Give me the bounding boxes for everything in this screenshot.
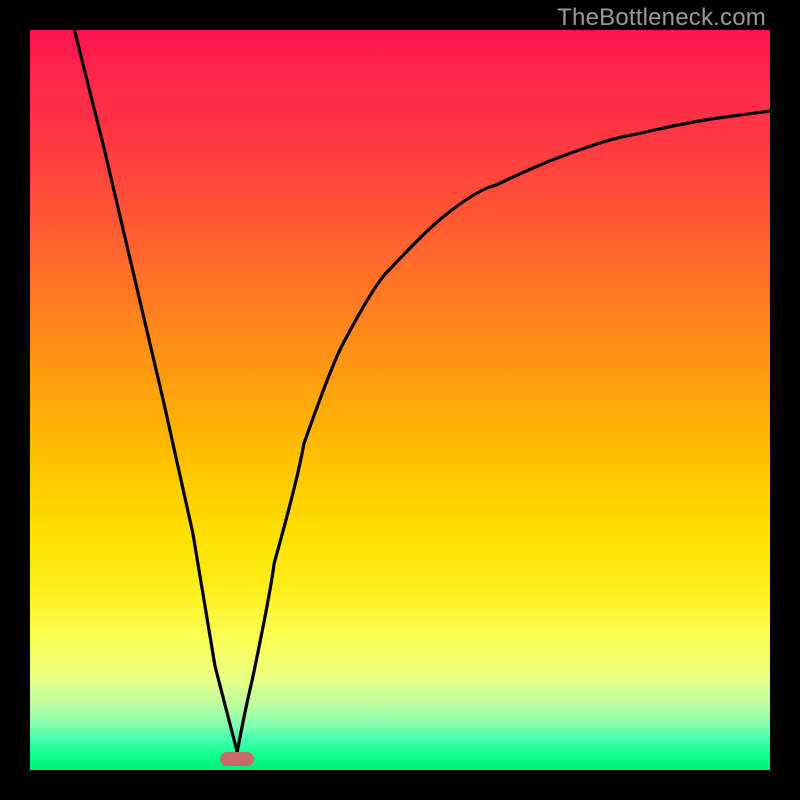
watermark-text: TheBottleneck.com	[557, 4, 766, 32]
left-branch	[74, 30, 237, 752]
outer-frame: TheBottleneck.com	[0, 0, 800, 800]
minimum-marker	[220, 752, 254, 766]
curve-svg	[30, 30, 770, 770]
plot-area	[30, 30, 770, 770]
right-branch	[237, 111, 770, 752]
